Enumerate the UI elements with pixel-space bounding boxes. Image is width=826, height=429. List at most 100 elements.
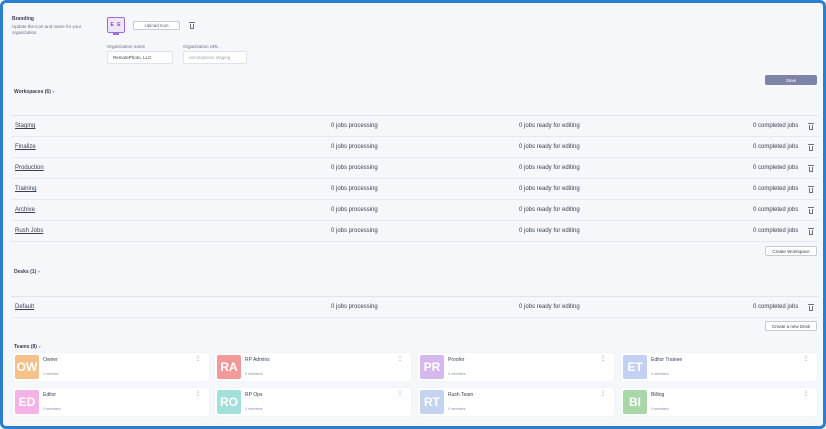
team-member-count: 0 members (43, 407, 61, 411)
workspace-row: Training 0 jobs processing 0 jobs ready … (11, 180, 819, 200)
delete-workspace-icon[interactable] (808, 144, 814, 151)
team-member-count: 0 members (245, 407, 263, 411)
jobs-processing: 0 jobs processing (331, 228, 378, 234)
settings-page: Branding Update the icon and name for yo… (0, 0, 826, 429)
jobs-processing: 0 jobs processing (331, 165, 378, 171)
divider (11, 115, 819, 116)
workspace-name-link[interactable]: Production (15, 165, 44, 171)
delete-workspace-icon[interactable] (808, 123, 814, 130)
team-name: RP Ops (245, 392, 263, 398)
jobs-ready: 0 jobs ready for editing (519, 207, 580, 213)
delete-desk-icon[interactable] (808, 304, 814, 311)
more-options-icon[interactable]: ⋮ (397, 356, 403, 362)
chevron-down-icon: ˅ (52, 89, 55, 94)
team-card[interactable]: RA RP Admins 0 members ⋮ (215, 353, 411, 381)
more-options-icon[interactable]: ⋮ (803, 391, 809, 397)
completed-jobs: 0 completed jobs (753, 228, 799, 234)
completed-jobs: 0 completed jobs (753, 186, 799, 192)
jobs-ready: 0 jobs ready for editing (519, 304, 580, 310)
more-options-icon[interactable]: ⋮ (803, 356, 809, 362)
team-member-count: 0 members (448, 407, 466, 411)
org-logo: E E (107, 17, 125, 33)
team-member-count: 0 members (651, 372, 669, 376)
workspace-row: Rush Jobs 0 jobs processing 0 jobs ready… (11, 222, 819, 242)
team-name: Editor Trainee (651, 357, 683, 363)
team-member-count: 0 members (651, 407, 669, 411)
more-options-icon[interactable]: ⋮ (600, 356, 606, 362)
workspace-name-link[interactable]: Rush Jobs (15, 228, 43, 234)
org-url-input[interactable]: remotephoto-staging (183, 51, 247, 64)
desk-row: Default 0 jobs processing 0 jobs ready f… (11, 298, 819, 318)
org-url-label: Organization URL (183, 44, 219, 49)
org-name-input[interactable]: RemotePhoto, LLC (107, 51, 173, 64)
team-card[interactable]: BI Billing 0 members ⋮ (621, 388, 817, 416)
delete-workspace-icon[interactable] (808, 207, 814, 214)
delete-workspace-icon[interactable] (808, 165, 814, 172)
team-name: Rush Team (448, 392, 474, 398)
jobs-processing: 0 jobs processing (331, 144, 378, 150)
workspaces-header[interactable]: Workspaces (6) ˅ (14, 89, 55, 95)
team-avatar: RA (217, 355, 241, 379)
jobs-processing: 0 jobs processing (331, 186, 378, 192)
team-name: RP Admins (245, 357, 270, 363)
team-card[interactable]: PR Proofer 0 members ⋮ (418, 353, 614, 381)
completed-jobs: 0 completed jobs (753, 207, 799, 213)
desk-name-link[interactable]: Default (15, 304, 34, 310)
team-member-count: 0 members (245, 372, 263, 376)
create-desk-button[interactable]: Create a new Desk (765, 321, 817, 331)
jobs-ready: 0 jobs ready for editing (519, 144, 580, 150)
team-card[interactable]: RT Rush Team 0 members ⋮ (418, 388, 614, 416)
team-avatar: RT (420, 390, 444, 414)
save-button[interactable]: Save (765, 75, 817, 85)
completed-jobs: 0 completed jobs (753, 144, 799, 150)
workspace-name-link[interactable]: Finalize (15, 144, 36, 150)
branding-title: Branding (12, 16, 34, 22)
team-avatar: OW (15, 355, 39, 379)
team-avatar: BI (623, 390, 647, 414)
upload-icon-button[interactable]: Upload Icon (133, 21, 180, 30)
more-options-icon[interactable]: ⋮ (195, 356, 201, 362)
more-options-icon[interactable]: ⋮ (600, 391, 606, 397)
team-card[interactable]: RO RP Ops 0 members ⋮ (215, 388, 411, 416)
team-card[interactable]: OW Owner 1 member ⋮ (13, 353, 209, 381)
delete-logo-icon[interactable] (189, 22, 195, 29)
team-avatar: ET (623, 355, 647, 379)
workspace-row: Production 0 jobs processing 0 jobs read… (11, 159, 819, 179)
logo-initials: E E (110, 22, 122, 28)
delete-workspace-icon[interactable] (808, 228, 814, 235)
create-workspace-button[interactable]: Create Workspace (765, 246, 817, 256)
team-avatar: RO (217, 390, 241, 414)
divider (11, 296, 819, 297)
more-options-icon[interactable]: ⋮ (195, 391, 201, 397)
workspace-row: Archive 0 jobs processing 0 jobs ready f… (11, 201, 819, 221)
jobs-processing: 0 jobs processing (331, 207, 378, 213)
jobs-ready: 0 jobs ready for editing (519, 186, 580, 192)
desks-header[interactable]: Desks (1) ˅ (14, 269, 40, 275)
team-avatar: PR (420, 355, 444, 379)
teams-header[interactable]: Teams (8) ˅ (14, 344, 41, 350)
completed-jobs: 0 completed jobs (753, 165, 799, 171)
jobs-processing: 0 jobs processing (331, 123, 378, 129)
workspace-row: Finalize 0 jobs processing 0 jobs ready … (11, 138, 819, 158)
workspaces-title: Workspaces (6) (14, 89, 51, 95)
workspace-name-link[interactable]: Archive (15, 207, 35, 213)
delete-workspace-icon[interactable] (808, 186, 814, 193)
branding-description: Update the icon and name for your organi… (12, 24, 82, 35)
team-name: Billing (651, 392, 665, 398)
team-name: Proofer (448, 357, 465, 363)
logo-stand (113, 33, 119, 35)
jobs-ready: 0 jobs ready for editing (519, 228, 580, 234)
team-card[interactable]: ED Editor 0 members ⋮ (13, 388, 209, 416)
jobs-processing: 0 jobs processing (331, 304, 378, 310)
teams-title: Teams (8) (14, 344, 37, 350)
completed-jobs: 0 completed jobs (753, 123, 799, 129)
workspace-name-link[interactable]: Staging (15, 123, 35, 129)
workspace-name-link[interactable]: Training (15, 186, 36, 192)
team-name: Owner (43, 357, 58, 363)
jobs-ready: 0 jobs ready for editing (519, 165, 580, 171)
team-card[interactable]: ET Editor Trainee 0 members ⋮ (621, 353, 817, 381)
team-member-count: 1 member (43, 372, 59, 376)
team-member-count: 0 members (448, 372, 466, 376)
more-options-icon[interactable]: ⋮ (397, 391, 403, 397)
completed-jobs: 0 completed jobs (753, 304, 799, 310)
